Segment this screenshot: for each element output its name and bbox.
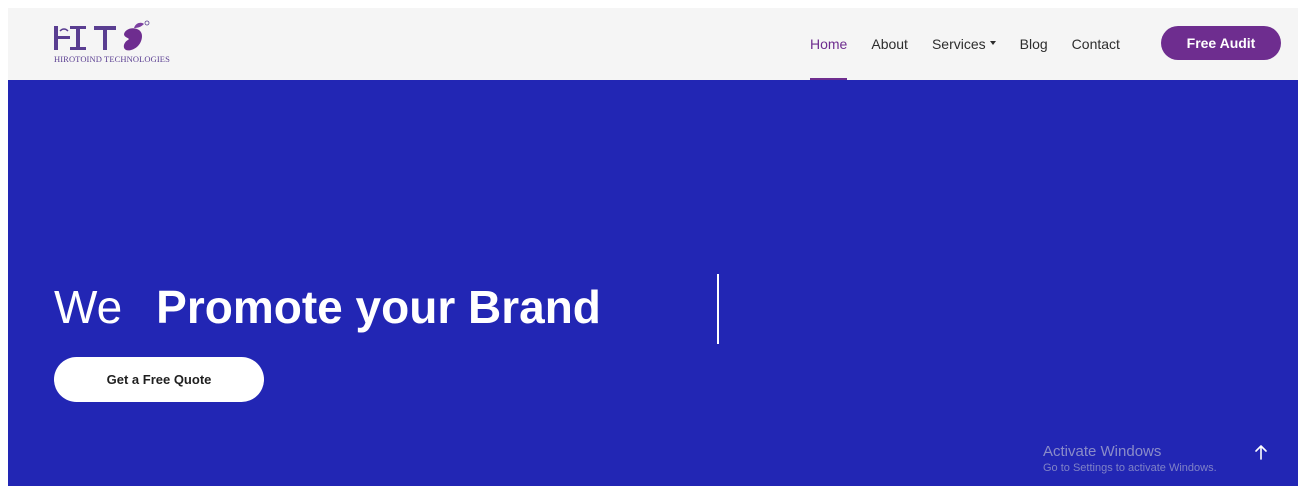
navbar: HIROTOIND TECHNOLOGIES Home About Servic… <box>8 8 1298 80</box>
hero-title: We Promote your Brand <box>54 280 601 334</box>
brand-subtitle: HIROTOIND TECHNOLOGIES <box>54 54 170 64</box>
free-audit-button[interactable]: Free Audit <box>1161 26 1281 60</box>
arrow-up-icon <box>1255 445 1267 460</box>
watermark-title: Activate Windows <box>1043 443 1162 460</box>
hero-title-prefix: We <box>54 281 123 333</box>
caret-down-icon <box>989 41 996 46</box>
scroll-to-top-button[interactable] <box>1251 442 1271 462</box>
browser-viewport: HIROTOIND TECHNOLOGIES Home About Servic… <box>0 0 1308 486</box>
nav-about[interactable]: About <box>871 8 908 80</box>
nav-services[interactable]: Services <box>932 8 996 80</box>
nav-contact[interactable]: Contact <box>1072 8 1120 80</box>
hit-logo-icon <box>54 20 150 51</box>
nav-home[interactable]: Home <box>810 8 848 80</box>
watermark-subtitle: Go to Settings to activate Windows. <box>1043 462 1217 474</box>
hero-title-main: Promote your Brand <box>156 281 601 333</box>
brand-logo[interactable]: HIROTOIND TECHNOLOGIES <box>52 20 202 68</box>
activate-windows-watermark: Activate Windows Go to Settings to activ… <box>1043 442 1217 475</box>
nav-blog[interactable]: Blog <box>1020 8 1048 80</box>
website-page: HIROTOIND TECHNOLOGIES Home About Servic… <box>8 8 1298 486</box>
nav-services-label: Services <box>931 36 986 52</box>
typing-cursor <box>717 274 719 344</box>
main-nav: Home About Services Blog Contact <box>810 8 1144 80</box>
get-free-quote-button[interactable]: Get a Free Quote <box>54 357 264 402</box>
